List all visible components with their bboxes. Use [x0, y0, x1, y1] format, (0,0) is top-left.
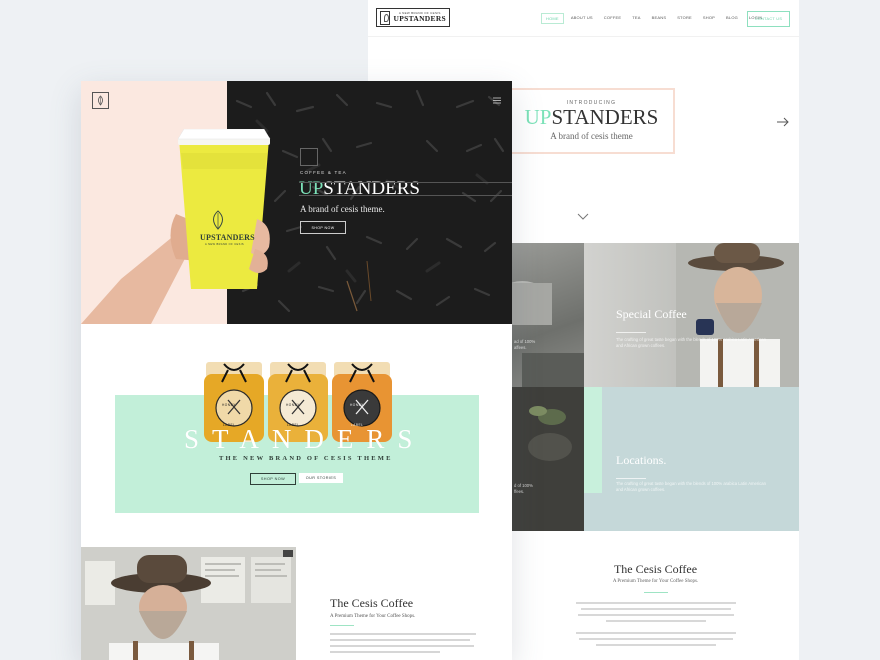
back-section-subtitle: A Premium Theme for Your Coffee Shops. [612, 579, 699, 584]
front-intro-section: The Cesis Coffee A Premium Theme for You… [330, 596, 500, 653]
hero-subtitle: A brand of cesis theme. [300, 204, 385, 214]
plant-photo: d of 100% ffees. [512, 387, 584, 531]
front-logo[interactable] [92, 92, 109, 109]
cup-brand-text: UPSTANDERS [200, 233, 255, 242]
chevron-down-icon[interactable] [576, 212, 590, 221]
band-big-title: STANDERS [184, 424, 426, 454]
jar-1-label-top: HONEY [222, 403, 236, 407]
hero-logo-box [300, 148, 318, 166]
front-section-title: The Cesis Coffee [330, 596, 414, 610]
hero-title-frame [299, 182, 512, 196]
band-subtitle: THE NEW BRAND OF CESIS THEME [219, 455, 393, 462]
special-coffee-title: Special Coffee [616, 307, 687, 321]
back-section-divider [643, 592, 668, 593]
jar-3-label-top: HONEY [350, 403, 364, 407]
front-section-paragraph [330, 633, 500, 653]
intro-title-accent: UP [524, 105, 552, 129]
site-header: A NEW BRAND OF CESIS UPSTANDERS HOME ABO… [368, 0, 799, 37]
leaf-icon [380, 10, 390, 25]
hero-kicker: COFFEE & TEA [300, 170, 347, 175]
intro-box: INTRODUCING UPSTANDERS A brand of cesis … [508, 88, 675, 154]
menu-icon[interactable] [493, 97, 501, 104]
back-section-title: The Cesis Coffee [613, 562, 698, 576]
nav-item-blog[interactable]: BLOG [722, 13, 742, 24]
locations-divider [616, 478, 646, 479]
coffee-cup-photo [81, 129, 271, 324]
band-shop-button[interactable]: SHOP NOW [250, 473, 296, 485]
special-coffee-card[interactable]: Special Coffee The crafting of great tas… [584, 243, 799, 387]
barista-photo [81, 547, 296, 660]
photo-badge [283, 550, 293, 557]
special-divider [616, 332, 646, 333]
barista-illustration [81, 547, 296, 660]
nav-item-tea[interactable]: TEA [628, 13, 644, 24]
cup-tagline: A NEW BRAND OF CESIS [205, 243, 244, 246]
front-page-preview: COFFEE & TEA UPSTANDERS A brand of cesis… [81, 81, 512, 660]
bearded-man-photo [676, 243, 799, 387]
front-section-subtitle: A Premium Theme for Your Coffee Shops. [330, 614, 416, 619]
locations-accent-strip [584, 387, 602, 493]
front-section-divider [330, 625, 354, 626]
nav-item-about[interactable]: ABOUT US [567, 13, 597, 24]
nav-item-beans[interactable]: BEANS [648, 13, 671, 24]
band-stories-button[interactable]: OUR STORIES [299, 473, 343, 483]
jar-2-label-top: HONEY [286, 403, 300, 407]
contact-button[interactable]: CONTACT US [747, 11, 790, 27]
arrow-right-icon[interactable] [776, 116, 790, 128]
kettle-photo: ad of 100% affees. [512, 243, 584, 387]
main-nav: HOME ABOUT US COFFEE TEA BEANS STORE SHO… [541, 13, 769, 24]
special-coffee-text: The crafting of great taste began with t… [616, 337, 766, 349]
special-fragment: ad of 100% affees. [514, 339, 536, 351]
nav-item-store[interactable]: STORE [673, 13, 696, 24]
intro-title-rest: STANDERS [551, 105, 659, 129]
nav-item-shop[interactable]: SHOP [699, 13, 719, 24]
intro-title: UPSTANDERS [510, 107, 673, 128]
nav-item-coffee[interactable]: COFFEE [600, 13, 625, 24]
site-logo[interactable]: A NEW BRAND OF CESIS UPSTANDERS [376, 8, 450, 27]
plant-illustration [512, 387, 584, 531]
locations-fragment: d of 100% ffees. [514, 483, 533, 495]
locations-text: The crafting of great taste began with t… [616, 481, 766, 493]
hero-shop-button[interactable]: SHOP NOW [300, 221, 346, 234]
intro-subtitle: A brand of cesis theme [550, 131, 633, 141]
locations-card[interactable]: Locations. The crafting of great taste b… [584, 387, 799, 531]
back-section-paragraph [512, 602, 799, 646]
locations-title: Locations. [616, 453, 667, 467]
logo-text: UPSTANDERS [393, 14, 446, 24]
kettle-illustration [512, 281, 584, 387]
leaf-icon [98, 95, 103, 106]
back-intro-section: The Cesis Coffee A Premium Theme for You… [512, 562, 799, 650]
nav-item-home[interactable]: HOME [541, 13, 564, 24]
